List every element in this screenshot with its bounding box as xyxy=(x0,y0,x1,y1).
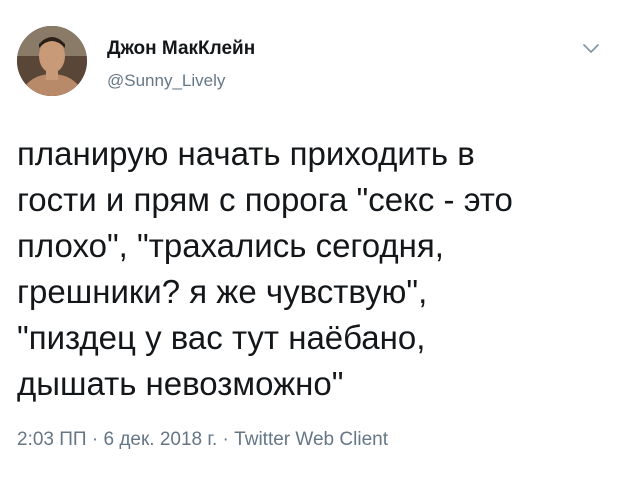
tweet-card: Джон МакКлейн @Sunny_Lively планирую нач… xyxy=(0,0,620,484)
tweet-meta: 2:03 ПП · 6 дек. 2018 г. · Twitter Web C… xyxy=(17,429,388,451)
tweet-time[interactable]: 2:03 ПП xyxy=(17,429,87,450)
avatar[interactable] xyxy=(17,26,87,96)
chevron-down-icon[interactable] xyxy=(582,42,600,56)
tweet-client[interactable]: Twitter Web Client xyxy=(234,429,388,450)
tweet-text: планирую начать приходить в гости и прям… xyxy=(17,135,513,402)
author-handle[interactable]: @Sunny_Lively xyxy=(107,71,225,91)
avatar-photo-icon xyxy=(17,26,87,96)
meta-separator: · xyxy=(217,429,235,450)
author-display-name[interactable]: Джон МакКлейн xyxy=(107,38,255,60)
tweet-date[interactable]: 6 дек. 2018 г. xyxy=(103,429,217,450)
meta-separator: · xyxy=(86,429,104,450)
